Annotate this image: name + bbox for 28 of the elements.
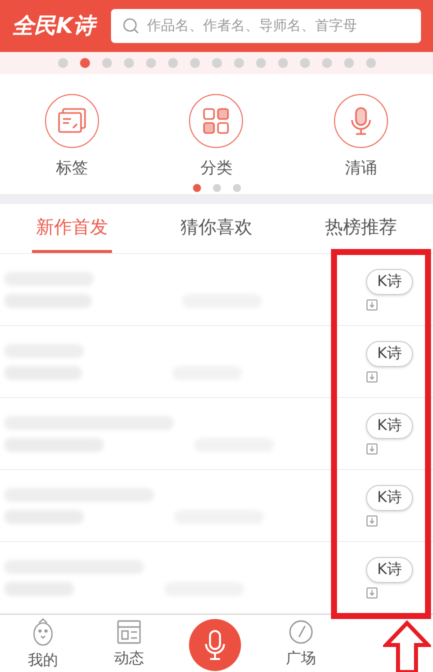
microphone-icon (204, 628, 226, 660)
app-logo: 全民K诗 (12, 12, 96, 40)
shortcut-button[interactable]: 分类 (171, 94, 262, 180)
nav-tab[interactable]: 广场 (258, 619, 344, 670)
card-stack-icon (57, 107, 88, 135)
download-icon (366, 586, 378, 598)
download-icon (366, 298, 378, 310)
search-icon (123, 18, 140, 34)
k-poem-button[interactable]: K诗 (366, 484, 413, 510)
microphone-icon (350, 106, 372, 136)
k-poem-button[interactable]: K诗 (366, 268, 413, 294)
download-icon (366, 442, 378, 454)
k-poem-button[interactable]: K诗 (366, 340, 413, 366)
nav-tab[interactable]: 动态 (86, 619, 172, 670)
tab[interactable]: 热榜推荐 (320, 204, 401, 253)
download-icon (366, 370, 378, 382)
tab[interactable]: 猜你喜欢 (176, 204, 256, 253)
record-button[interactable] (189, 618, 241, 670)
compass-icon (288, 619, 314, 646)
shortcut-button[interactable]: 清诵 (316, 94, 406, 180)
download-icon (366, 514, 378, 526)
grid-icon (202, 107, 230, 135)
k-poem-button[interactable]: K诗 (366, 556, 413, 582)
nav-tab[interactable]: 我的 (0, 617, 86, 672)
shortcut-button[interactable]: 标签 (27, 94, 118, 180)
news-icon (116, 619, 142, 646)
k-poem-button[interactable]: K诗 (366, 412, 413, 438)
search-field[interactable]: 作品名、作者名、导师名、首字母 (111, 9, 421, 43)
